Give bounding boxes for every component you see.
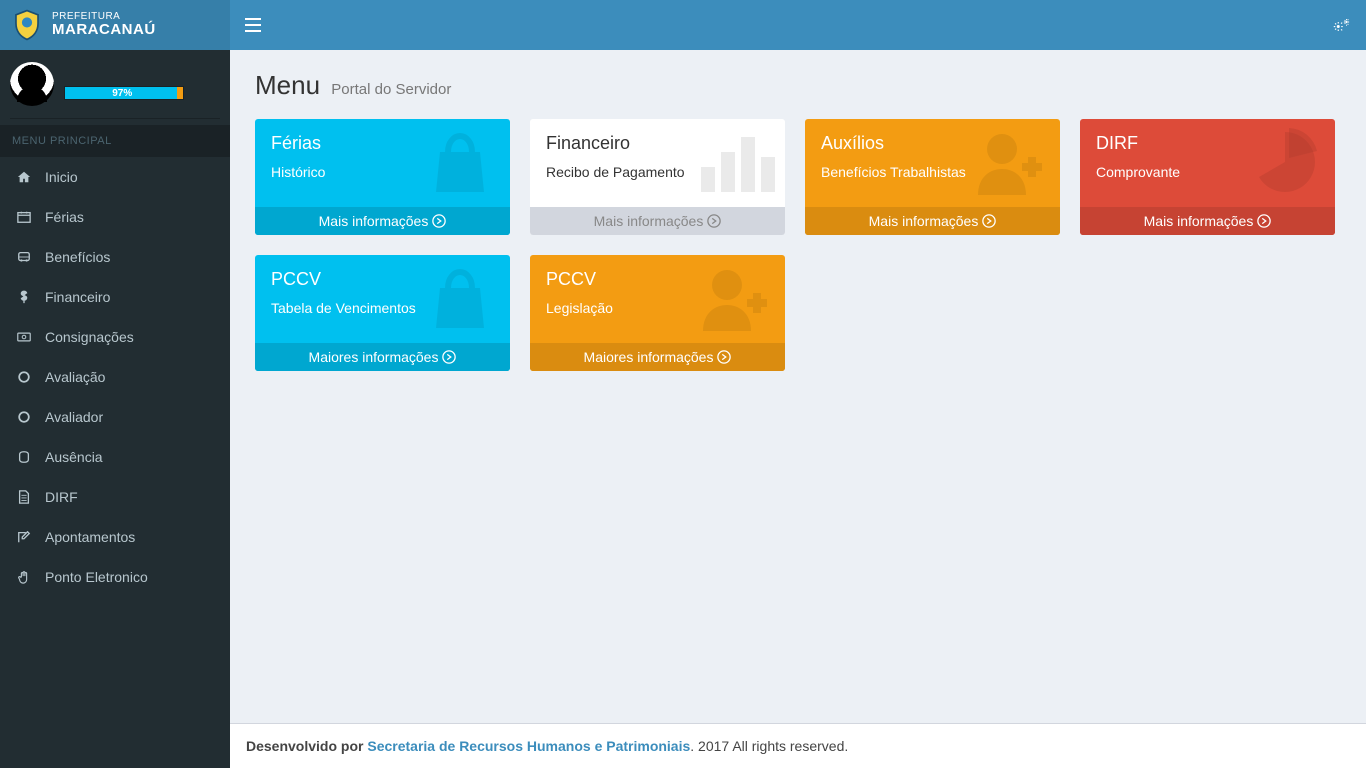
tile-more-link[interactable]: Mais informações xyxy=(805,207,1060,235)
sidebar-item-label: Benefícios xyxy=(45,249,110,265)
tile-title: PCCV xyxy=(271,269,494,290)
tile-title: Férias xyxy=(271,133,494,154)
circle-icon xyxy=(15,370,33,384)
page-subtitle: Portal do Servidor xyxy=(331,81,451,98)
sidebar-item-label: Ponto Eletronico xyxy=(45,569,148,585)
sidebar-item-label: Apontamentos xyxy=(45,529,135,545)
tile-more-link[interactable]: Maiores informações xyxy=(530,343,785,371)
sidebar-item-label: Férias xyxy=(45,209,84,225)
arrow-circle-right-icon xyxy=(707,213,721,229)
tile-subtitle: Recibo de Pagamento xyxy=(546,164,769,180)
arrow-circle-right-icon xyxy=(717,349,731,365)
profile-progress: 97% xyxy=(64,86,184,100)
tile-more-link[interactable]: Maiores informações xyxy=(255,343,510,371)
tile-pccv-4: PCCV Tabela de Vencimentos Maiores informa… xyxy=(255,255,510,371)
user-panel: 97% xyxy=(0,50,230,118)
circle-icon xyxy=(15,410,33,424)
page-title: Menu Portal do Servidor xyxy=(255,70,1341,101)
hand-icon xyxy=(15,570,33,584)
sidebar-item-avaliação[interactable]: Avaliação xyxy=(0,357,230,397)
sidebar-item-label: Inicio xyxy=(45,169,78,185)
arrow-circle-right-icon xyxy=(982,213,996,229)
gears-icon[interactable] xyxy=(1333,18,1351,32)
arrow-circle-right-icon xyxy=(1257,213,1271,229)
tile-férias-0: Férias Histórico Mais informações xyxy=(255,119,510,235)
sidebar-item-label: Consignações xyxy=(45,329,134,345)
tile-subtitle: Comprovante xyxy=(1096,164,1319,180)
sidebar-nav: Inicio Férias Benefícios Financeiro Consigna… xyxy=(0,157,230,597)
user-name xyxy=(64,68,220,82)
dollar-icon xyxy=(15,290,33,304)
money-icon xyxy=(15,330,33,344)
tile-subtitle: Histórico xyxy=(271,164,494,180)
arrow-circle-right-icon xyxy=(442,349,456,365)
edit-icon xyxy=(15,530,33,544)
sidebar-item-ausência[interactable]: Ausência xyxy=(0,437,230,477)
sidebar-item-férias[interactable]: Férias xyxy=(0,197,230,237)
tile-title: DIRF xyxy=(1096,133,1319,154)
tiles-grid: FériasHistóricoMais informaçõesFinanceir… xyxy=(255,119,1335,371)
topbar xyxy=(230,0,1366,50)
content: Menu Portal do Servidor Férias Histórico M… xyxy=(230,50,1366,723)
tile-dirf-3: DIRF Comprovante Mais informações xyxy=(1080,119,1335,235)
brand-logo[interactable]: PREFEITURA MARACANAÚ xyxy=(0,0,230,50)
sidebar-item-label: Avaliador xyxy=(45,409,103,425)
tile-subtitle: Benefícios Trabalhistas xyxy=(821,164,1044,180)
tile-pccv-5: PCCV Legislação Maiores informações xyxy=(530,255,785,371)
home-icon xyxy=(15,170,33,184)
tile-more-link[interactable]: Mais informações xyxy=(255,207,510,235)
sidebar-item-label: Avaliação xyxy=(45,369,105,385)
sidebar-item-label: DIRF xyxy=(45,489,78,505)
tile-financeiro-1: Financeiro Recibo de Pagamento Mais inform… xyxy=(530,119,785,235)
footer-bar: Desenvolvido por Secretaria de Recursos … xyxy=(230,723,1366,768)
avatar[interactable] xyxy=(10,62,54,106)
sidebar-item-apontamentos[interactable]: Apontamentos xyxy=(0,517,230,557)
sidebar-item-label: Financeiro xyxy=(45,289,110,305)
tile-title: Auxílios xyxy=(821,133,1044,154)
tile-title: Financeiro xyxy=(546,133,769,154)
sidebar-item-ponto-eletronico[interactable]: Ponto Eletronico xyxy=(0,557,230,597)
footer-link[interactable]: Secretaria de Recursos Humanos e Patrimo… xyxy=(367,738,690,754)
brand-line2: MARACANAÚ xyxy=(52,22,156,38)
sidebar: PREFEITURA MARACANAÚ 97% MENU PRINCIPAL … xyxy=(0,0,230,768)
tile-more-link[interactable]: Mais informações xyxy=(530,207,785,235)
file-icon xyxy=(15,490,33,504)
sidebar-header: MENU PRINCIPAL xyxy=(0,125,230,157)
sidebar-item-label: Ausência xyxy=(45,449,103,465)
bus-icon xyxy=(15,250,33,264)
menu-toggle-icon[interactable] xyxy=(245,18,261,32)
main: Menu Portal do Servidor Férias Histórico M… xyxy=(230,0,1366,768)
arrow-circle-right-icon xyxy=(432,213,446,229)
profile-progress-bar: 97% xyxy=(65,87,179,99)
sidebar-item-financeiro[interactable]: Financeiro xyxy=(0,277,230,317)
sidebar-item-consignações[interactable]: Consignações xyxy=(0,317,230,357)
sidebar-item-benefícios[interactable]: Benefícios xyxy=(0,237,230,277)
sidebar-item-dirf[interactable]: DIRF xyxy=(0,477,230,517)
tile-subtitle: Tabela de Vencimentos xyxy=(271,300,494,316)
sidebar-item-inicio[interactable]: Inicio xyxy=(0,157,230,197)
calendar-icon xyxy=(15,210,33,224)
tile-more-link[interactable]: Mais informações xyxy=(1080,207,1335,235)
brand-crest-icon xyxy=(10,8,44,42)
tile-auxílios-2: Auxílios Benefícios Trabalhistas Mais info… xyxy=(805,119,1060,235)
sidebar-item-avaliador[interactable]: Avaliador xyxy=(0,397,230,437)
absence-icon xyxy=(15,450,33,464)
tile-title: PCCV xyxy=(546,269,769,290)
tile-subtitle: Legislação xyxy=(546,300,769,316)
